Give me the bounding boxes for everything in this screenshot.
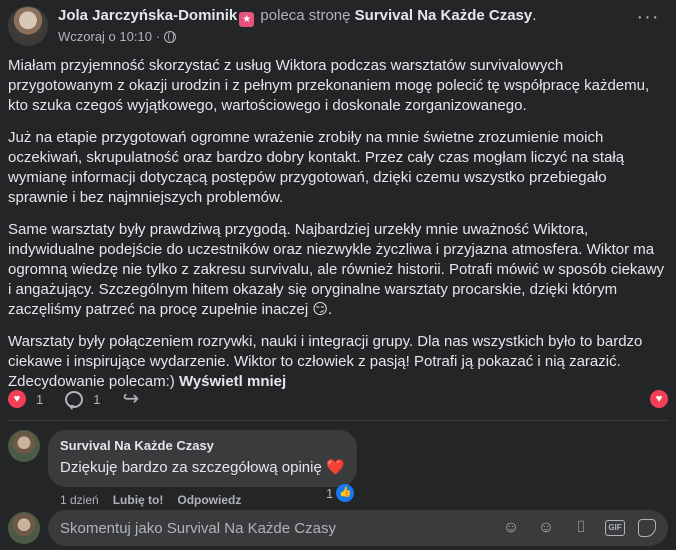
heart-react-button-icon[interactable]: ♥ [650, 390, 668, 408]
reaction-summary[interactable]: ♥ 1 [8, 390, 43, 408]
commenter-avatar[interactable] [8, 430, 40, 462]
avatar-sticker-icon[interactable]: ☺ [500, 517, 522, 539]
post-paragraph-text: Warsztaty były połączeniem rozrywki, nau… [8, 333, 643, 390]
comment-like-count[interactable]: 1 👍 [326, 484, 355, 502]
comment-like-number: 1 [326, 485, 334, 501]
post-header: Jola Jarczyńska-Dominik ★ poleca stronę S… [8, 6, 536, 46]
comment-count: 1 [93, 391, 101, 407]
comment-text: Dziękuję bardzo za szczegółową opinię ❤️ [60, 459, 345, 476]
recommend-verb: poleca stronę [260, 7, 351, 24]
comment-summary[interactable]: 1 [65, 390, 101, 410]
thumbs-up-icon: 👍 [336, 484, 355, 502]
comment-icon [65, 390, 84, 410]
divider [8, 420, 668, 421]
header-text: Jola Jarczyńska-Dominik ★ poleca stronę S… [58, 6, 536, 46]
reactions-row: ♥ 1 1 ↪ ♥ [8, 388, 668, 410]
comment: Survival Na Każde Czasy Dziękuję bardzo … [8, 430, 357, 507]
comment-like-button[interactable]: Lubię to! [113, 493, 164, 507]
author-avatar[interactable] [8, 6, 48, 46]
more-options-button[interactable]: ··· [634, 7, 662, 30]
comment-input[interactable]: Skomentuj jako Survival Na Każde Czasy ☺… [48, 510, 668, 546]
post-paragraph: Miałam przyjemność skorzystać z usług Wi… [8, 57, 650, 114]
sticker-icon[interactable] [638, 519, 656, 537]
comment-reply-button[interactable]: Odpowiedz [177, 493, 241, 507]
top-fan-badge-icon: ★ [239, 12, 255, 27]
comment-actions: 1 dzień Lubię to! Odpowiedz [60, 493, 357, 507]
comment-age[interactable]: 1 dzień [60, 493, 99, 507]
meta-separator: · [155, 29, 161, 44]
post-timestamp[interactable]: Wczoraj o 10:10 [58, 28, 152, 46]
gif-icon[interactable]: GIF [605, 520, 625, 536]
emoji-icon[interactable]: ☺ [535, 517, 557, 539]
post-body: Miałam przyjemność skorzystać z usług Wi… [8, 56, 668, 404]
post-paragraph: Same warsztaty były prawdziwą przygodą. … [8, 221, 665, 318]
globe-icon [164, 31, 177, 43]
camera-icon[interactable]: ⌷ [570, 517, 592, 539]
comment-bubble: Survival Na Każde Czasy Dziękuję bardzo … [48, 430, 357, 487]
comment-author[interactable]: Survival Na Każde Czasy [60, 438, 345, 454]
post-paragraph: Już na etapie przygotowań ogromne wrażen… [8, 129, 625, 206]
author-name[interactable]: Jola Jarczyńska-Dominik [58, 7, 237, 24]
post-paragraph-last: Warsztaty były połączeniem rozrywki, nau… [8, 332, 668, 392]
period: . [532, 7, 537, 24]
page-name-link[interactable]: Survival Na Każde Czasy [355, 7, 533, 24]
reaction-count: 1 [36, 391, 44, 407]
reply-row: Skomentuj jako Survival Na Każde Czasy ☺… [8, 510, 668, 546]
share-button[interactable]: ↪ [122, 388, 140, 410]
page-avatar[interactable] [8, 512, 40, 544]
share-icon: ↪ [122, 388, 140, 410]
comment-main: Survival Na Każde Czasy Dziękuję bardzo … [48, 430, 357, 507]
comment-input-placeholder: Skomentuj jako Survival Na Każde Czasy [60, 519, 336, 537]
post-meta: Wczoraj o 10:10 · [58, 28, 536, 46]
header-line: Jola Jarczyńska-Dominik ★ poleca stronę S… [58, 6, 536, 27]
heart-reaction-icon: ♥ [8, 390, 26, 408]
